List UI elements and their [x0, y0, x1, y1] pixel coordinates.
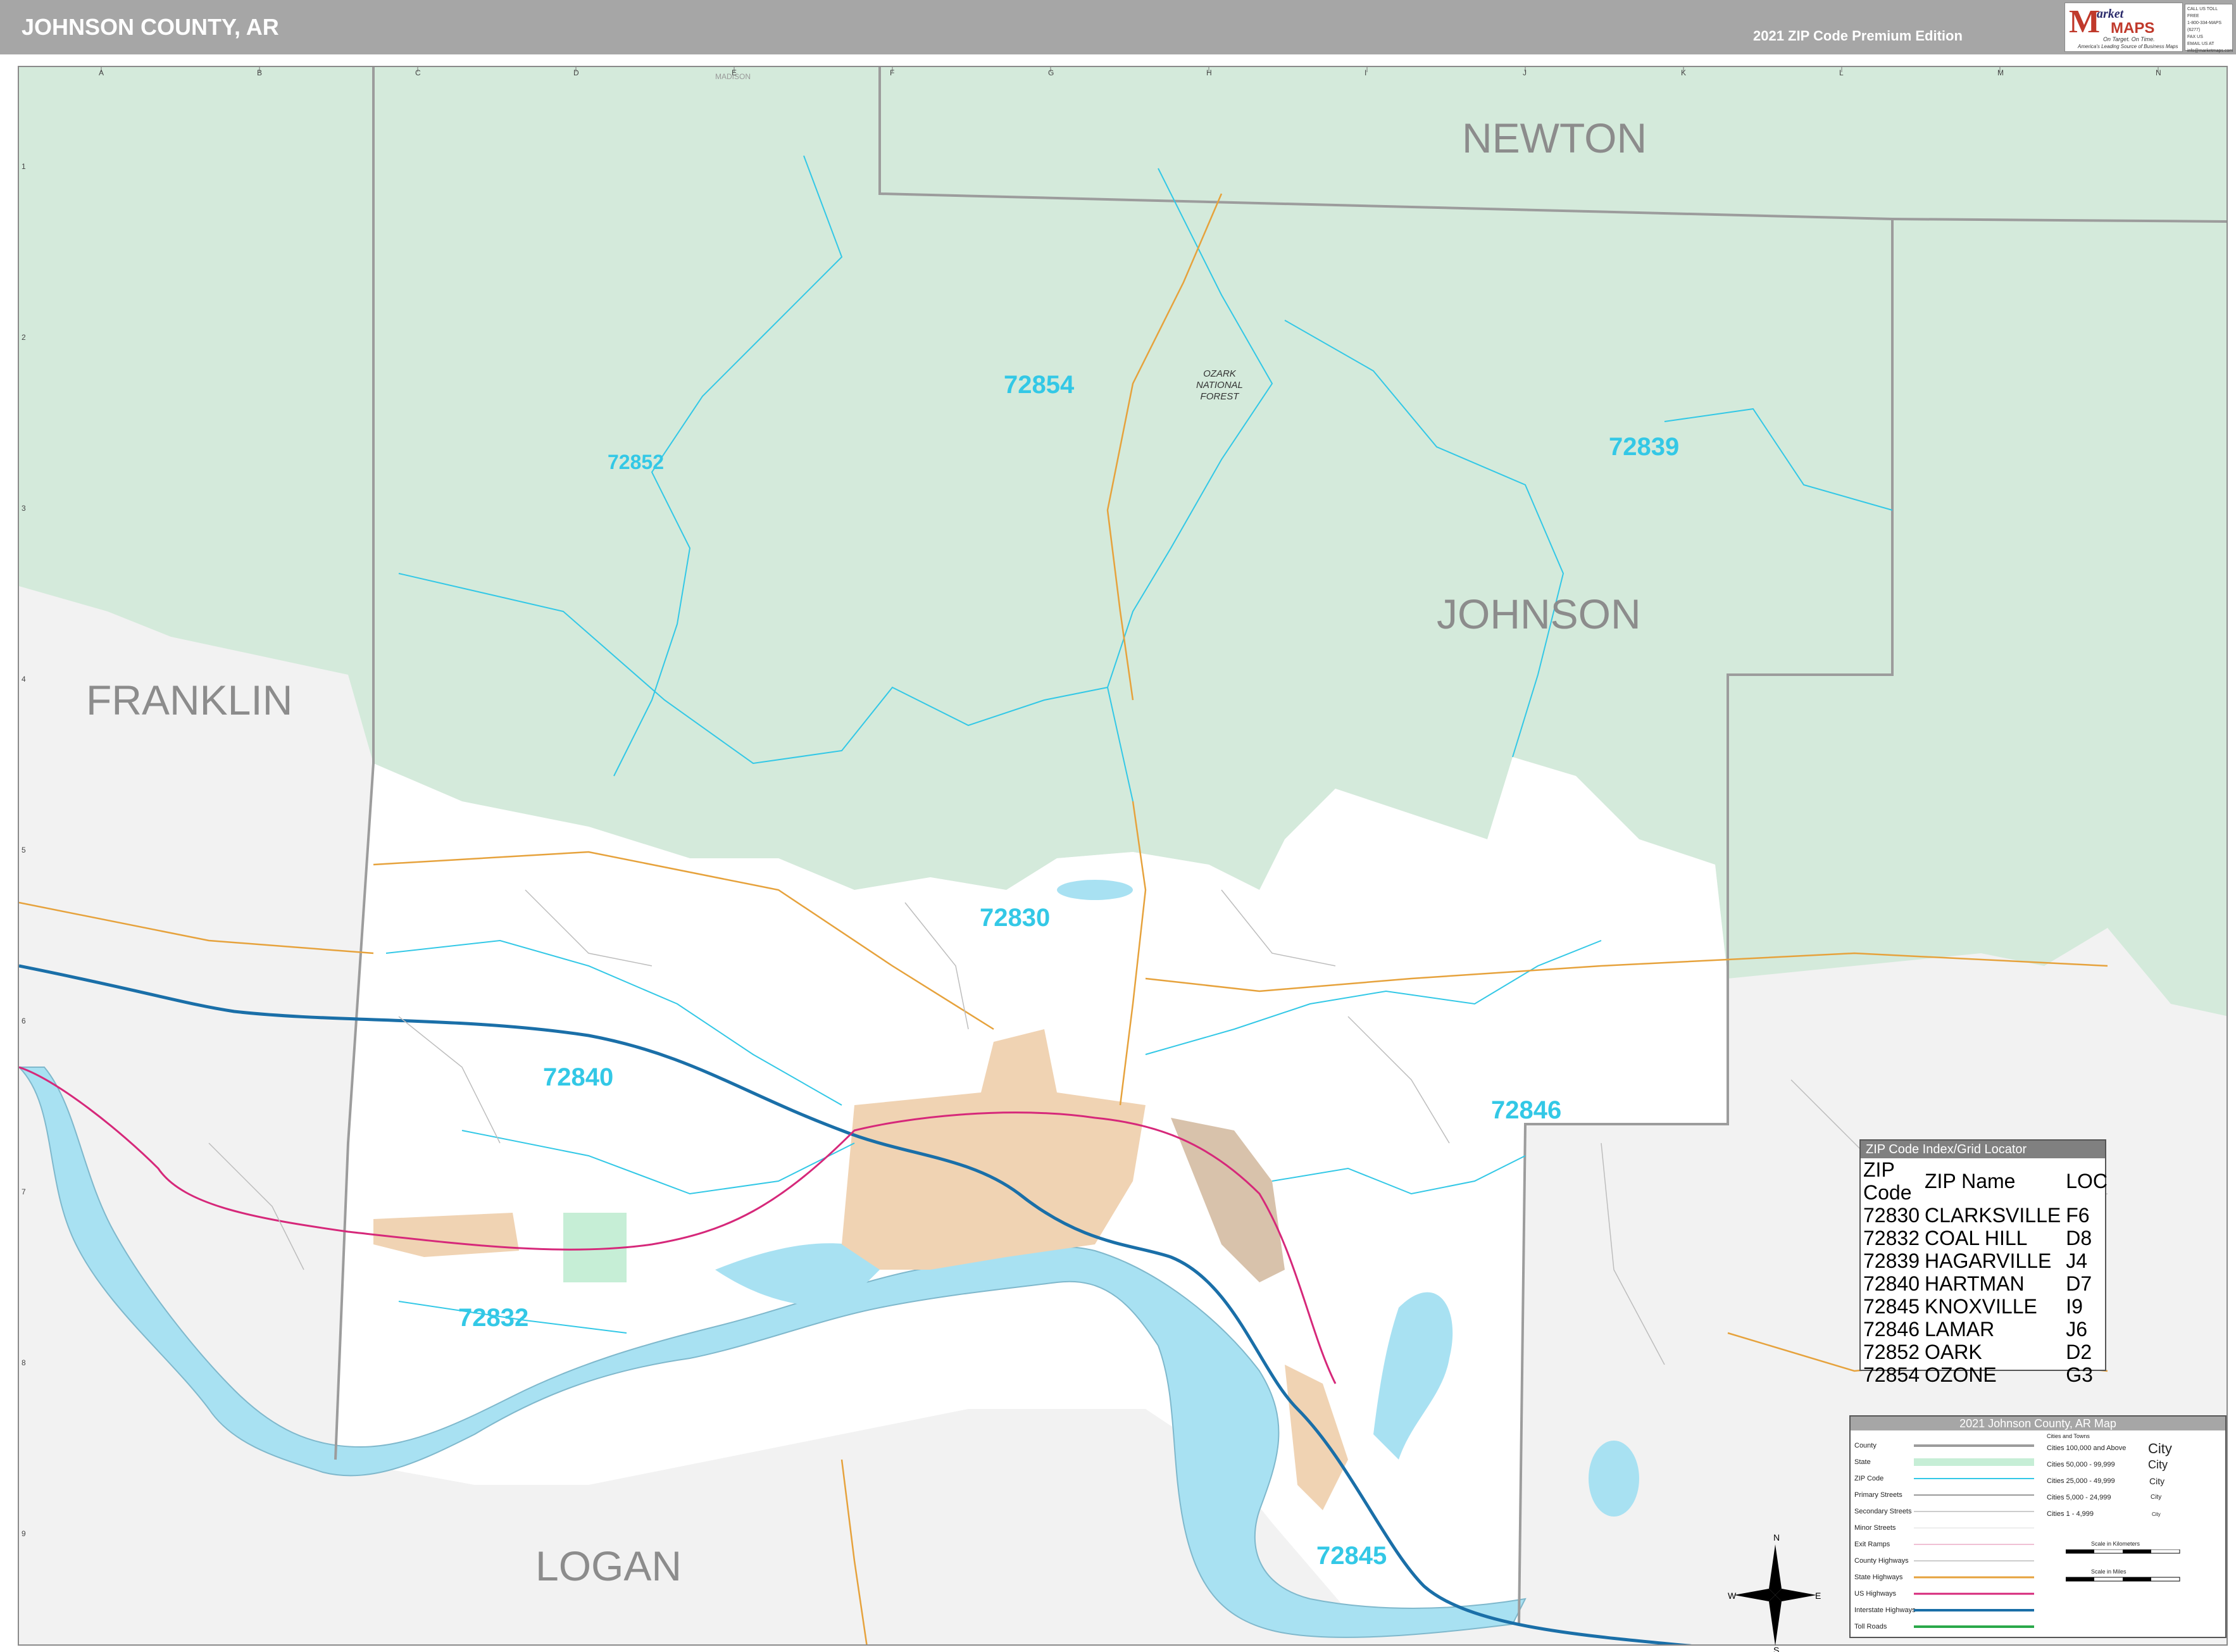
map-title: JOHNSON COUNTY, AR: [22, 14, 279, 40]
county-label-franklin: FRANKLIN: [86, 677, 293, 723]
ozark-forest-label: OZARK NATIONAL FOREST: [1196, 368, 1243, 402]
table-row[interactable]: 72830 CLARKSVILLE F6: [1861, 1204, 2110, 1227]
map-graphic: [19, 67, 2227, 1644]
zip-label-72845[interactable]: 72845: [1316, 1542, 1387, 1570]
zip-label-72832[interactable]: 72832: [458, 1304, 528, 1332]
compass-e: E: [1815, 1591, 1821, 1601]
county-label-madison: MADISON: [715, 72, 751, 81]
zip-index-grid: ZIP Code ZIP Name LOC 72830 CLARKSVILLE F6…: [1861, 1158, 2110, 1386]
county-label-logan: LOGAN: [535, 1542, 682, 1589]
header-bar: JOHNSON COUNTY, AR 2021 ZIP Code Premium…: [0, 0, 2236, 54]
map-canvas[interactable]: A B C D E F G H I J K L M N 1 2 3 4 5 6 …: [18, 66, 2228, 1646]
table-row[interactable]: 72840 HARTMAN D7: [1861, 1272, 2110, 1295]
table-row[interactable]: 72852 OARK D2: [1861, 1341, 2110, 1363]
market-maps-logo: M arket MAPS On Target. On Time. America…: [2064, 3, 2183, 52]
table-row[interactable]: 72845 KNOXVILLE I9: [1861, 1295, 2110, 1318]
county-label-johnson: JOHNSON: [1437, 591, 1641, 637]
edition-label: 2021 ZIP Code Premium Edition: [1753, 28, 1963, 44]
contact-box: CALL US TOLL FREE 1-800-334-MAPS (6277) …: [2185, 4, 2233, 53]
table-row[interactable]: 72832 COAL HILL D8: [1861, 1227, 2110, 1249]
compass-rose: N S W E: [1728, 1532, 1821, 1652]
zip-label-72846[interactable]: 72846: [1491, 1096, 1561, 1125]
table-row[interactable]: 72846 LAMAR J6: [1861, 1318, 2110, 1341]
map-legend: 2021 Johnson County, AR Map County State…: [1849, 1415, 2227, 1638]
zip-label-72854[interactable]: 72854: [1004, 371, 1074, 399]
zip-index-table: ZIP Code Index/Grid Locator ZIP Code ZIP…: [1859, 1139, 2108, 1386]
scale-bars: [2066, 1549, 2180, 1582]
lake-spadra: [1057, 880, 1133, 900]
zip-label-72852[interactable]: 72852: [608, 451, 664, 474]
table-row[interactable]: 72839 HAGARVILLE J4: [1861, 1249, 2110, 1272]
zip-index-header-row: ZIP Code ZIP Name LOC: [1863, 1158, 2108, 1204]
lake-small: [1589, 1441, 1639, 1517]
compass-n: N: [1773, 1532, 1780, 1542]
zip-label-72839[interactable]: 72839: [1609, 433, 1679, 461]
compass-w: W: [1728, 1591, 1737, 1601]
compass-s: S: [1773, 1645, 1779, 1652]
zip-label-72840[interactable]: 72840: [543, 1063, 613, 1092]
legend-symbols: [1914, 1444, 2034, 1628]
zip-label-72830[interactable]: 72830: [980, 904, 1050, 932]
table-row[interactable]: 72854 OZONE G3: [1861, 1363, 2110, 1386]
county-label-newton: NEWTON: [1462, 115, 1647, 161]
zip-index-title: ZIP Code Index/Grid Locator: [1861, 1141, 2105, 1158]
legend-title: 2021 Johnson County, AR Map: [1851, 1417, 2225, 1430]
